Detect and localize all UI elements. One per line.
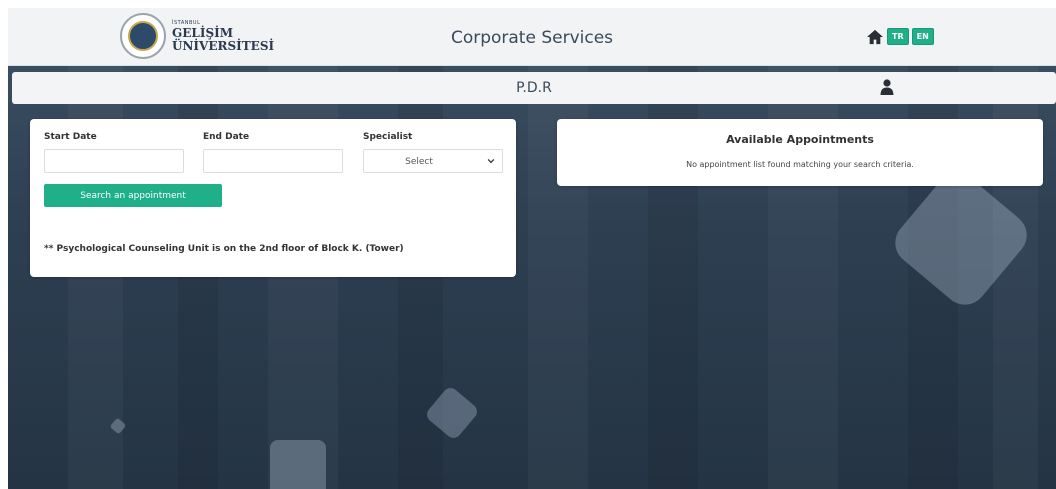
user-icon[interactable] bbox=[880, 79, 894, 95]
appointments-empty-message: No appointment list found matching your … bbox=[686, 160, 914, 169]
end-date-label: End Date bbox=[203, 132, 250, 142]
section-bar: P.D.R bbox=[12, 72, 1056, 104]
lang-en-button[interactable]: EN bbox=[911, 28, 934, 45]
specialist-label: Specialist bbox=[363, 132, 413, 142]
search-appointment-button[interactable]: Search an appointment bbox=[44, 184, 222, 207]
chevron-down-icon bbox=[487, 158, 495, 164]
specialist-selected-value: Select bbox=[405, 157, 433, 167]
end-date-input[interactable] bbox=[203, 149, 343, 173]
logo-line-1: İSTANBUL bbox=[172, 19, 201, 26]
header-tools: TR EN bbox=[866, 28, 934, 45]
section-title: P.D.R bbox=[516, 80, 552, 96]
start-date-input[interactable] bbox=[44, 149, 184, 173]
start-date-label: Start Date bbox=[44, 132, 97, 142]
location-note: ** Psychological Counseling Unit is on t… bbox=[44, 244, 404, 254]
home-icon[interactable] bbox=[866, 29, 884, 45]
appointments-panel: Available Appointments No appointment li… bbox=[557, 119, 1043, 186]
specialist-select[interactable]: Select bbox=[363, 149, 503, 173]
top-header: İSTANBUL GELİŞİM ÜNİVERSİTESİ Corporate … bbox=[8, 8, 1056, 66]
decorative-shape bbox=[270, 440, 326, 489]
search-panel: Start Date End Date Specialist Select Se… bbox=[30, 119, 516, 277]
page-background: İSTANBUL GELİŞİM ÜNİVERSİTESİ Corporate … bbox=[8, 8, 1056, 489]
appointments-title: Available Appointments bbox=[726, 133, 874, 146]
lang-tr-button[interactable]: TR bbox=[887, 28, 909, 45]
